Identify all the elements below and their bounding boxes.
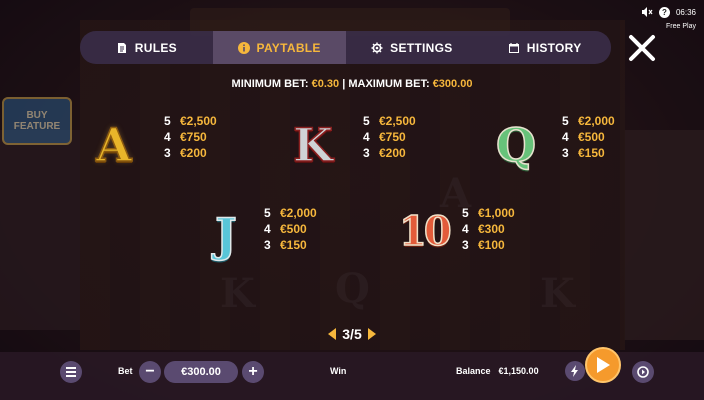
document-icon (117, 42, 126, 53)
speaker-muted-icon[interactable] (641, 6, 653, 18)
close-icon[interactable] (626, 32, 658, 64)
balance-value: €1,150.00 (498, 366, 539, 376)
decrease-bet-button[interactable]: − (139, 361, 161, 383)
tab-history[interactable]: HISTORY (478, 31, 611, 64)
previous-page-icon[interactable] (328, 328, 337, 340)
autoplay-icon[interactable] (632, 361, 654, 383)
pay-count: 4 (264, 222, 271, 236)
pay-count: 3 (264, 238, 271, 252)
paytable-symbol-q: Q (495, 117, 537, 173)
calendar-icon (508, 42, 519, 53)
tab-rules[interactable]: RULES (80, 31, 213, 64)
paytable-symbol-k: K (292, 117, 333, 173)
bet-label: Bet (118, 366, 133, 376)
bottom-control-bar: Bet − €300.00 + Win Balance €1,150.00 (0, 347, 704, 400)
balance-display: Balance €1,150.00 (456, 366, 539, 376)
pay-amount: €2,000 (578, 114, 615, 128)
pay-count: 3 (164, 146, 171, 160)
tab-history-label: HISTORY (526, 40, 582, 55)
pay-count: 5 (164, 114, 171, 128)
pay-count: 3 (462, 238, 469, 252)
pay-count: 5 (363, 114, 370, 128)
pay-count: 4 (164, 130, 171, 144)
pay-count: 5 (264, 206, 271, 220)
spin-button[interactable] (585, 347, 621, 383)
pay-amount: €500 (280, 222, 307, 236)
tab-paytable-label: PAYTABLE (256, 40, 321, 55)
pay-amount: €500 (578, 130, 605, 144)
pay-count: 4 (462, 222, 469, 236)
pay-amount: €2,500 (180, 114, 217, 128)
menu-tab-bar: RULES PAYTABLE SETTINGS HISTORY (80, 31, 611, 64)
help-icon[interactable]: ? (658, 6, 670, 18)
play-mode-label: Free Play (666, 23, 696, 30)
paytable-symbol-10: 10 (398, 207, 452, 256)
pay-amount: €2,500 (379, 114, 416, 128)
status-bar: ? 06:36 (641, 6, 696, 18)
max-bet-label: MAXIMUM BET: (348, 78, 430, 90)
pay-amount: €200 (180, 146, 207, 160)
increase-bet-button[interactable]: + (242, 361, 264, 383)
min-bet-label: MINIMUM BET: (231, 78, 309, 90)
paytable-symbol-j: J (214, 207, 237, 263)
min-bet-value: €0.30 (311, 78, 340, 90)
bet-limits: MINIMUM BET: €0.30 | MAXIMUM BET: €300.0… (0, 78, 704, 90)
pay-amount: €1,000 (478, 206, 515, 220)
pay-count: 3 (363, 146, 370, 160)
clock-time: 06:36 (675, 7, 696, 17)
balance-label: Balance (456, 366, 491, 376)
pay-amount: €2,000 (280, 206, 317, 220)
pay-amount: €300 (478, 222, 505, 236)
pay-amount: €750 (379, 130, 406, 144)
paytable-pays-j: 5 €2,000 4 €500 3 €150 (264, 205, 317, 253)
turbo-lightning-icon[interactable] (565, 361, 585, 381)
gear-icon (371, 42, 383, 53)
pay-amount: €150 (578, 146, 605, 160)
page-navigator: 3/5 (0, 326, 704, 342)
paytable-pays-q: 5 €2,000 4 €500 3 €150 (562, 113, 615, 161)
paytable-pays-10: 5 €1,000 4 €300 3 €100 (462, 205, 515, 253)
pay-count: 5 (562, 114, 569, 128)
hamburger-menu-icon[interactable] (60, 361, 82, 383)
pay-count: 4 (562, 130, 569, 144)
paytable-pays-a: 5 €2,500 4 €750 3 €200 (164, 113, 217, 161)
paytable-pays-k: 5 €2,500 4 €750 3 €200 (363, 113, 416, 161)
tab-paytable[interactable]: PAYTABLE (212, 31, 346, 64)
pay-amount: €750 (180, 130, 207, 144)
pay-amount: €200 (379, 146, 406, 160)
limits-separator: | (342, 78, 346, 90)
info-icon (237, 41, 250, 54)
bet-amount: €300.00 (164, 361, 238, 383)
buy-feature-button: BUY FEATURE (2, 97, 72, 145)
tab-settings-label: SETTINGS (390, 40, 453, 55)
win-label: Win (330, 366, 347, 376)
page-counter: 3/5 (342, 326, 362, 342)
tab-settings[interactable]: SETTINGS (346, 31, 479, 64)
tab-rules-label: RULES (134, 40, 177, 55)
paytable-symbol-a: A (95, 117, 132, 173)
play-icon (597, 357, 610, 373)
max-bet-value: €300.00 (432, 78, 473, 90)
next-page-icon[interactable] (367, 328, 376, 340)
pay-count: 3 (562, 146, 569, 160)
pay-amount: €150 (280, 238, 307, 252)
pay-count: 4 (363, 130, 370, 144)
pay-amount: €100 (478, 238, 505, 252)
pay-count: 5 (462, 206, 469, 220)
